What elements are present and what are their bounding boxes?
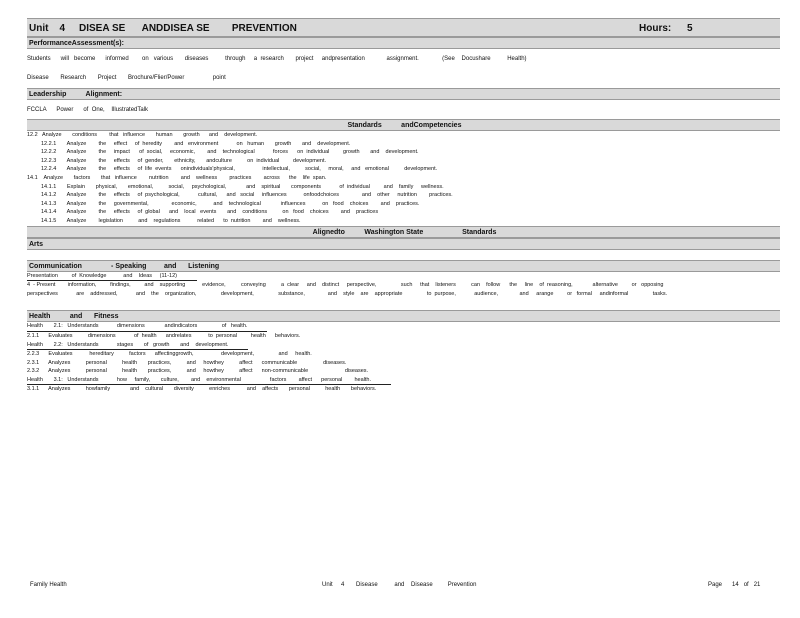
health-standard-heading: Health 2.1: Understands dimensions andin… bbox=[27, 322, 780, 332]
leadership-heading: Leadership Alignment: bbox=[27, 88, 780, 100]
standard-line: 14.1.3 Analyze the governmental, economi… bbox=[41, 200, 420, 207]
communication-subheading: Presentation of Knowledge and Ideas (11-… bbox=[27, 272, 198, 282]
unit-title: Unit 4 DISEA SE ANDDISEA SE PREVENTION bbox=[29, 23, 297, 34]
document-page: Unit 4 DISEA SE ANDDISEA SE PREVENTION H… bbox=[27, 18, 780, 394]
health-line-text: Health 3.1: Understands how family, cult… bbox=[27, 376, 391, 386]
standards-heading: Standards andCompetencies bbox=[27, 119, 780, 131]
standard-line: 14.1.5 Analyze legislation and regulatio… bbox=[41, 217, 301, 224]
performance-line-2: Disease Research Project Brochure/Flier/… bbox=[27, 75, 226, 81]
hours-label: Hours: bbox=[639, 23, 672, 34]
health-line-text: 2.3.1 Analyzes personal health practices… bbox=[27, 359, 347, 366]
standard-line: 12.2.1 Analyze the effect of heredity an… bbox=[41, 140, 351, 147]
health-standard-line: 2.3.1 Analyzes personal health practices… bbox=[27, 359, 780, 368]
health-standard-heading: Health 3.1: Understands how family, cult… bbox=[27, 376, 780, 386]
health-standard-heading: Health 2.2: Understands stages of growth… bbox=[27, 341, 780, 351]
health-line-text: 2.1.1 Evaluates dimensions of health and… bbox=[27, 332, 301, 339]
performance-heading: PerformanceAssessment(s): bbox=[27, 37, 780, 49]
performance-line-1: Students will become informed on various… bbox=[27, 56, 527, 62]
health-line-text: 2.2.3 Evaluates hereditary factors affec… bbox=[27, 351, 312, 358]
communication-line-1: 4 - Present information, findings, and s… bbox=[27, 282, 664, 289]
health-standard-line: 2.2.3 Evaluates hereditary factors affec… bbox=[27, 350, 780, 359]
standard-line: 14.1.4 Analyze the effects of global and… bbox=[41, 209, 379, 216]
standard-line: 14.1 Analyze factors that influence nutr… bbox=[27, 174, 327, 181]
communication-line-2: perspectives are addressed, and the orga… bbox=[27, 290, 668, 297]
health-standard-line: 3.1.1 Analyzes howfamily and cultural di… bbox=[27, 385, 780, 394]
communication-heading: Communication - Speaking and Listening bbox=[27, 259, 780, 272]
health-standard-line: 2.1.1 Evaluates dimensions of health and… bbox=[27, 332, 780, 341]
footer-center: Unit 4 Disease and Disease Prevention bbox=[322, 582, 477, 588]
health-heading: Health and Fitness bbox=[27, 310, 780, 323]
arts-heading: Arts bbox=[27, 237, 780, 250]
footer-page-number: Page 14 of 21 bbox=[708, 582, 761, 588]
standard-line: 12.2.4 Analyze the effects of life event… bbox=[41, 166, 438, 173]
health-line-text: Health 2.2: Understands stages of growth… bbox=[27, 341, 249, 351]
aligned-heading: Alignedto Washington State Standards bbox=[27, 225, 780, 238]
leadership-text: FCCLA Power of One, IllustratedTalk bbox=[27, 107, 149, 113]
health-standard-line: 2.3.2 Analyzes personal health practices… bbox=[27, 367, 780, 376]
standard-line: 12.2.3 Analyze the effects of gender, et… bbox=[41, 157, 327, 164]
unit-title-bar: Unit 4 DISEA SE ANDDISEA SE PREVENTION H… bbox=[27, 18, 780, 37]
health-line-text: Health 2.1: Understands dimensions andin… bbox=[27, 322, 268, 332]
standard-line: 12.2 Analyze conditions that influence h… bbox=[27, 132, 258, 138]
standards-list: 12.2 Analyze conditions that influence h… bbox=[27, 131, 780, 226]
standard-line: 14.1.1 Explain physical, emotional, soci… bbox=[41, 183, 444, 190]
hours-value: 5 bbox=[687, 23, 693, 34]
health-list: Health 2.1: Understands dimensions andin… bbox=[27, 322, 780, 394]
footer-left: Family Health bbox=[30, 582, 67, 588]
health-line-text: 2.3.2 Analyzes personal health practices… bbox=[27, 368, 369, 375]
health-line-text: 3.1.1 Analyzes howfamily and cultural di… bbox=[27, 386, 377, 393]
standard-line: 14.1.2 Analyze the effects of psychologi… bbox=[41, 192, 453, 199]
standard-line: 12.2.2 Analyze the impact of social, eco… bbox=[41, 149, 419, 156]
